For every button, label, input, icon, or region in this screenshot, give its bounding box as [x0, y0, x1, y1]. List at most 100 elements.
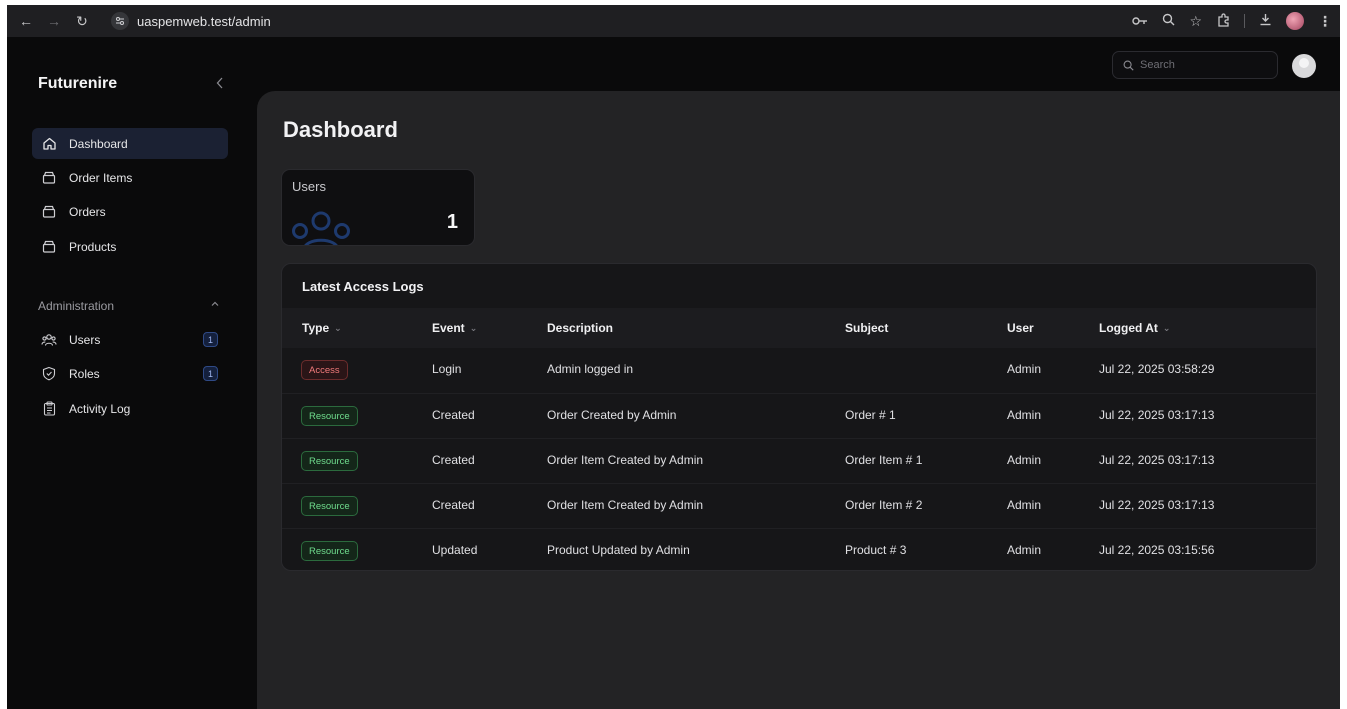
sidebar-item-dashboard[interactable]: Dashboard	[32, 128, 228, 159]
sidebar-item-roles[interactable]: Roles 1	[32, 358, 228, 389]
column-label: Logged At	[1099, 321, 1158, 335]
sidebar: Futurenire Dashboard Order Items Orders	[7, 37, 257, 709]
sidebar-item-label: Orders	[69, 204, 106, 219]
access-logs-table: Latest Access Logs Type ⌄ Event ⌄ Descript…	[281, 263, 1317, 571]
back-arrow-icon[interactable]: ←	[15, 10, 37, 32]
subject-cell: Order # 1	[845, 408, 896, 422]
shield-icon	[41, 366, 57, 382]
chevron-up-icon[interactable]	[208, 297, 222, 311]
sidebar-group-administration[interactable]: Administration	[38, 299, 114, 313]
app-window: ← → ↻ uaspemweb.test/admin ☆ ⋮ Futurenir…	[7, 5, 1340, 709]
users-stat-card[interactable]: Users 1	[281, 169, 475, 246]
reload-icon[interactable]: ↻	[71, 10, 93, 32]
table-header: Type ⌄ Event ⌄ Description Subject User Lo…	[282, 308, 1316, 348]
site-settings-icon[interactable]	[111, 12, 129, 30]
table-row[interactable]: Resource Updated Product Updated by Admi…	[282, 528, 1316, 570]
extensions-icon[interactable]	[1216, 12, 1230, 30]
logged-at-cell: Jul 22, 2025 03:17:13	[1099, 498, 1215, 512]
users-icon	[292, 211, 350, 245]
zoom-icon[interactable]	[1162, 13, 1175, 29]
search-input[interactable]	[1140, 59, 1260, 71]
key-icon[interactable]	[1132, 14, 1148, 29]
description-cell: Admin logged in	[547, 362, 634, 376]
count-badge: 1	[203, 366, 218, 381]
download-icon[interactable]	[1259, 13, 1272, 29]
description-cell: Order Item Created by Admin	[547, 453, 704, 467]
column-header-event[interactable]: Event ⌄	[432, 321, 477, 335]
sidebar-item-order-items[interactable]: Order Items	[32, 162, 228, 193]
brand-logo[interactable]: Futurenire	[38, 75, 117, 93]
logged-at-cell: Jul 22, 2025 03:17:13	[1099, 408, 1215, 422]
user-cell: Admin	[1007, 362, 1042, 376]
description-cell: Product Updated by Admin	[547, 543, 690, 557]
sidebar-item-label: Activity Log	[69, 401, 131, 416]
browser-menu-icon[interactable]: ⋮	[1318, 13, 1332, 30]
event-cell: Login	[432, 362, 462, 376]
home-icon	[41, 136, 57, 152]
user-cell: Admin	[1007, 498, 1042, 512]
column-header-user: User	[1007, 321, 1034, 335]
box-icon	[41, 170, 57, 186]
sidebar-item-orders[interactable]: Orders	[32, 196, 228, 227]
main-content: Dashboard Users 1 Latest Access Logs Typ…	[257, 91, 1340, 709]
table-row[interactable]: Access Login Admin logged in Admin Jul 2…	[282, 348, 1316, 393]
subject-cell: Product # 3	[845, 543, 907, 557]
logged-at-cell: Jul 22, 2025 03:15:56	[1099, 543, 1215, 557]
sidebar-item-label: Roles	[69, 366, 100, 381]
search-field[interactable]	[1112, 51, 1278, 79]
user-cell: Admin	[1007, 408, 1042, 422]
sidebar-item-label: Users	[69, 332, 101, 347]
chevron-down-icon: ⌄	[334, 322, 342, 333]
box-icon	[41, 204, 57, 220]
browser-actions: ☆ ⋮	[1132, 10, 1332, 32]
column-label: Type	[302, 321, 330, 335]
type-badge: Resource	[301, 406, 358, 426]
description-cell: Order Item Created by Admin	[547, 498, 704, 512]
user-avatar[interactable]	[1292, 54, 1316, 78]
chevron-left-icon	[216, 77, 223, 89]
column-label: User	[1007, 321, 1034, 335]
user-cell: Admin	[1007, 543, 1042, 557]
chevron-down-icon: ⌄	[469, 322, 478, 333]
count-badge: 1	[203, 332, 218, 347]
type-badge: Resource	[301, 541, 358, 561]
sidebar-collapse-button[interactable]	[210, 73, 230, 93]
page-title: Dashboard	[283, 117, 398, 142]
sidebar-item-label: Order Items	[69, 170, 133, 185]
logged-at-cell: Jul 22, 2025 03:58:29	[1099, 362, 1215, 376]
chevron-down-icon: ⌄	[1162, 322, 1171, 333]
toolbar-separator	[1244, 14, 1245, 28]
sidebar-item-products[interactable]: Products	[32, 231, 228, 262]
subject-cell: Order Item # 2	[845, 498, 923, 512]
column-header-type[interactable]: Type ⌄	[302, 321, 342, 335]
url-text[interactable]: uaspemweb.test/admin	[137, 14, 271, 29]
forward-arrow-icon[interactable]: →	[43, 10, 65, 32]
address-bar[interactable]: uaspemweb.test/admin	[111, 10, 1111, 32]
browser-profile-avatar[interactable]	[1286, 12, 1304, 30]
box-icon	[41, 239, 57, 255]
bookmark-star-icon[interactable]: ☆	[1189, 13, 1202, 30]
column-label: Event	[432, 321, 465, 335]
type-badge: Access	[301, 360, 348, 380]
browser-toolbar: ← → ↻ uaspemweb.test/admin ☆ ⋮	[7, 5, 1340, 37]
event-cell: Updated	[432, 543, 478, 557]
subject-cell: Order Item # 1	[845, 453, 923, 467]
column-label: Subject	[845, 321, 889, 335]
type-badge: Resource	[301, 451, 358, 471]
table-title: Latest Access Logs	[302, 279, 424, 294]
sidebar-item-activity-log[interactable]: Activity Log	[32, 393, 228, 424]
event-cell: Created	[432, 453, 475, 467]
clipboard-icon	[41, 401, 57, 417]
table-row[interactable]: Resource Created Order Item Created by A…	[282, 438, 1316, 483]
table-row[interactable]: Resource Created Order Item Created by A…	[282, 483, 1316, 528]
table-row[interactable]: Resource Created Order Created by Admin …	[282, 393, 1316, 438]
column-header-logged-at[interactable]: Logged At ⌄	[1099, 321, 1170, 335]
user-cell: Admin	[1007, 453, 1042, 467]
search-icon	[1123, 60, 1134, 71]
description-cell: Order Created by Admin	[547, 408, 677, 422]
users-icon	[41, 332, 57, 348]
sidebar-item-users[interactable]: Users 1	[32, 324, 228, 355]
column-label: Description	[547, 321, 614, 335]
sidebar-item-label: Products	[69, 239, 117, 254]
stat-label: Users	[292, 179, 326, 194]
